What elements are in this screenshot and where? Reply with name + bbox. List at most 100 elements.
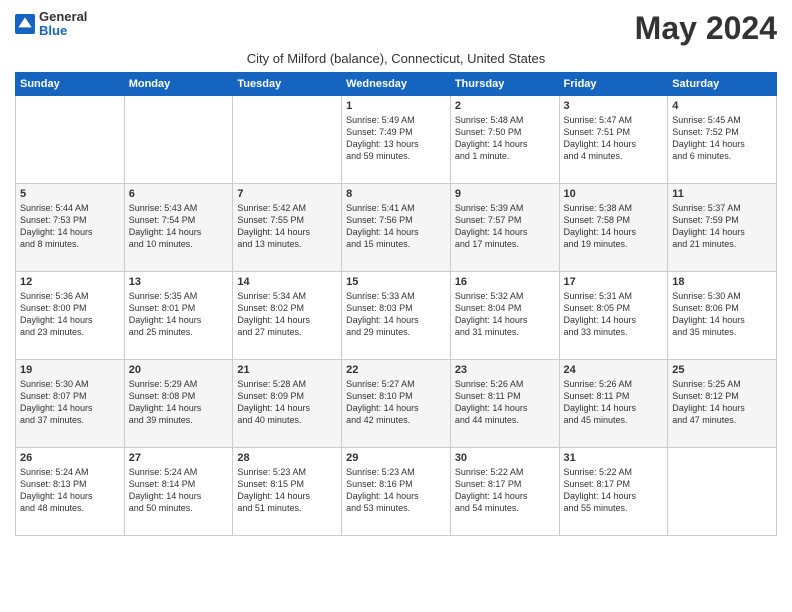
day-of-week-header: Saturday	[668, 73, 777, 96]
day-detail: Sunrise: 5:48 AM Sunset: 7:50 PM Dayligh…	[455, 114, 555, 163]
day-detail: Sunrise: 5:22 AM Sunset: 8:17 PM Dayligh…	[455, 466, 555, 515]
calendar-week-row: 12 Sunrise: 5:36 AM Sunset: 8:00 PM Dayli…	[16, 272, 777, 360]
day-number: 22	[346, 364, 446, 376]
calendar-cell: 28 Sunrise: 5:23 AM Sunset: 8:15 PM Dayli…	[233, 448, 342, 536]
calendar-cell: 30 Sunrise: 5:22 AM Sunset: 8:17 PM Dayli…	[450, 448, 559, 536]
day-number: 26	[20, 452, 120, 464]
calendar-cell: 24 Sunrise: 5:26 AM Sunset: 8:11 PM Dayli…	[559, 360, 668, 448]
day-number: 7	[237, 188, 337, 200]
day-number: 23	[455, 364, 555, 376]
calendar-cell: 6 Sunrise: 5:43 AM Sunset: 7:54 PM Daylig…	[124, 184, 233, 272]
calendar-cell: 22 Sunrise: 5:27 AM Sunset: 8:10 PM Dayli…	[342, 360, 451, 448]
day-detail: Sunrise: 5:32 AM Sunset: 8:04 PM Dayligh…	[455, 290, 555, 339]
day-number: 5	[20, 188, 120, 200]
day-detail: Sunrise: 5:27 AM Sunset: 8:10 PM Dayligh…	[346, 378, 446, 427]
logo-general: General	[39, 10, 87, 24]
calendar-cell: 21 Sunrise: 5:28 AM Sunset: 8:09 PM Dayli…	[233, 360, 342, 448]
calendar-cell: 13 Sunrise: 5:35 AM Sunset: 8:01 PM Dayli…	[124, 272, 233, 360]
calendar-cell	[16, 96, 125, 184]
day-detail: Sunrise: 5:43 AM Sunset: 7:54 PM Dayligh…	[129, 202, 229, 251]
day-number: 24	[564, 364, 664, 376]
calendar-week-row: 26 Sunrise: 5:24 AM Sunset: 8:13 PM Dayli…	[16, 448, 777, 536]
day-of-week-header: Sunday	[16, 73, 125, 96]
day-number: 4	[672, 100, 772, 112]
day-number: 20	[129, 364, 229, 376]
month-title: May 2024	[635, 10, 777, 47]
day-of-week-header: Tuesday	[233, 73, 342, 96]
calendar-cell: 16Sunrise: 5:32 AM Sunset: 8:04 PM Dayli…	[450, 272, 559, 360]
calendar-cell: 5Sunrise: 5:44 AM Sunset: 7:53 PM Daylig…	[16, 184, 125, 272]
calendar-cell: 26 Sunrise: 5:24 AM Sunset: 8:13 PM Dayli…	[16, 448, 125, 536]
day-of-week-header: Friday	[559, 73, 668, 96]
day-number: 15	[346, 276, 446, 288]
calendar-cell: 14 Sunrise: 5:34 AM Sunset: 8:02 PM Dayli…	[233, 272, 342, 360]
day-detail: Sunrise: 5:30 AM Sunset: 8:07 PM Dayligh…	[20, 378, 120, 427]
calendar-cell: 10 Sunrise: 5:38 AM Sunset: 7:58 PM Dayli…	[559, 184, 668, 272]
day-detail: Sunrise: 5:23 AM Sunset: 8:16 PM Dayligh…	[346, 466, 446, 515]
day-number: 12	[20, 276, 120, 288]
day-number: 1	[346, 100, 446, 112]
day-number: 13	[129, 276, 229, 288]
calendar-cell: 9 Sunrise: 5:39 AM Sunset: 7:57 PM Daylig…	[450, 184, 559, 272]
day-number: 28	[237, 452, 337, 464]
day-detail: Sunrise: 5:26 AM Sunset: 8:11 PM Dayligh…	[564, 378, 664, 427]
day-of-week-header: Monday	[124, 73, 233, 96]
day-detail: Sunrise: 5:47 AM Sunset: 7:51 PM Dayligh…	[564, 114, 664, 163]
day-number: 25	[672, 364, 772, 376]
day-number: 27	[129, 452, 229, 464]
day-detail: Sunrise: 5:36 AM Sunset: 8:00 PM Dayligh…	[20, 290, 120, 339]
day-number: 14	[237, 276, 337, 288]
calendar-cell: 19 Sunrise: 5:30 AM Sunset: 8:07 PM Dayli…	[16, 360, 125, 448]
day-detail: Sunrise: 5:29 AM Sunset: 8:08 PM Dayligh…	[129, 378, 229, 427]
calendar-cell: 20 Sunrise: 5:29 AM Sunset: 8:08 PM Dayli…	[124, 360, 233, 448]
calendar-week-row: 19 Sunrise: 5:30 AM Sunset: 8:07 PM Dayli…	[16, 360, 777, 448]
day-number: 18	[672, 276, 772, 288]
calendar-cell: 1 Sunrise: 5:49 AM Sunset: 7:49 PM Daylig…	[342, 96, 451, 184]
calendar-cell: 18Sunrise: 5:30 AM Sunset: 8:06 PM Dayli…	[668, 272, 777, 360]
day-detail: Sunrise: 5:49 AM Sunset: 7:49 PM Dayligh…	[346, 114, 446, 163]
calendar-cell: 29Sunrise: 5:23 AM Sunset: 8:16 PM Dayli…	[342, 448, 451, 536]
calendar-table: SundayMondayTuesdayWednesdayThursdayFrid…	[15, 72, 777, 536]
calendar-cell: 4 Sunrise: 5:45 AM Sunset: 7:52 PM Daylig…	[668, 96, 777, 184]
day-detail: Sunrise: 5:24 AM Sunset: 8:14 PM Dayligh…	[129, 466, 229, 515]
day-number: 30	[455, 452, 555, 464]
day-number: 17	[564, 276, 664, 288]
calendar-cell: 17Sunrise: 5:31 AM Sunset: 8:05 PM Dayli…	[559, 272, 668, 360]
day-detail: Sunrise: 5:25 AM Sunset: 8:12 PM Dayligh…	[672, 378, 772, 427]
day-detail: Sunrise: 5:38 AM Sunset: 7:58 PM Dayligh…	[564, 202, 664, 251]
day-detail: Sunrise: 5:33 AM Sunset: 8:03 PM Dayligh…	[346, 290, 446, 339]
day-detail: Sunrise: 5:23 AM Sunset: 8:15 PM Dayligh…	[237, 466, 337, 515]
calendar-header-row: SundayMondayTuesdayWednesdayThursdayFrid…	[16, 73, 777, 96]
day-number: 11	[672, 188, 772, 200]
day-detail: Sunrise: 5:41 AM Sunset: 7:56 PM Dayligh…	[346, 202, 446, 251]
calendar-cell: 12 Sunrise: 5:36 AM Sunset: 8:00 PM Dayli…	[16, 272, 125, 360]
calendar-cell: 11Sunrise: 5:37 AM Sunset: 7:59 PM Dayli…	[668, 184, 777, 272]
day-detail: Sunrise: 5:45 AM Sunset: 7:52 PM Dayligh…	[672, 114, 772, 163]
calendar-week-row: 5Sunrise: 5:44 AM Sunset: 7:53 PM Daylig…	[16, 184, 777, 272]
day-detail: Sunrise: 5:24 AM Sunset: 8:13 PM Dayligh…	[20, 466, 120, 515]
calendar-cell: 3Sunrise: 5:47 AM Sunset: 7:51 PM Daylig…	[559, 96, 668, 184]
day-detail: Sunrise: 5:35 AM Sunset: 8:01 PM Dayligh…	[129, 290, 229, 339]
calendar-cell: 23 Sunrise: 5:26 AM Sunset: 8:11 PM Dayli…	[450, 360, 559, 448]
day-detail: Sunrise: 5:22 AM Sunset: 8:17 PM Dayligh…	[564, 466, 664, 515]
calendar-cell	[233, 96, 342, 184]
day-number: 9	[455, 188, 555, 200]
calendar-cell: 31 Sunrise: 5:22 AM Sunset: 8:17 PM Dayli…	[559, 448, 668, 536]
day-detail: Sunrise: 5:39 AM Sunset: 7:57 PM Dayligh…	[455, 202, 555, 251]
day-detail: Sunrise: 5:28 AM Sunset: 8:09 PM Dayligh…	[237, 378, 337, 427]
calendar-week-row: 1 Sunrise: 5:49 AM Sunset: 7:49 PM Daylig…	[16, 96, 777, 184]
day-detail: Sunrise: 5:34 AM Sunset: 8:02 PM Dayligh…	[237, 290, 337, 339]
calendar-cell: 7Sunrise: 5:42 AM Sunset: 7:55 PM Daylig…	[233, 184, 342, 272]
day-number: 6	[129, 188, 229, 200]
calendar-cell: 8Sunrise: 5:41 AM Sunset: 7:56 PM Daylig…	[342, 184, 451, 272]
calendar-cell	[124, 96, 233, 184]
day-number: 21	[237, 364, 337, 376]
day-of-week-header: Thursday	[450, 73, 559, 96]
calendar-cell: 25 Sunrise: 5:25 AM Sunset: 8:12 PM Dayli…	[668, 360, 777, 448]
day-detail: Sunrise: 5:26 AM Sunset: 8:11 PM Dayligh…	[455, 378, 555, 427]
day-number: 31	[564, 452, 664, 464]
day-number: 10	[564, 188, 664, 200]
logo-blue: Blue	[39, 24, 87, 38]
day-number: 19	[20, 364, 120, 376]
page-header: General Blue May 2024	[15, 10, 777, 47]
